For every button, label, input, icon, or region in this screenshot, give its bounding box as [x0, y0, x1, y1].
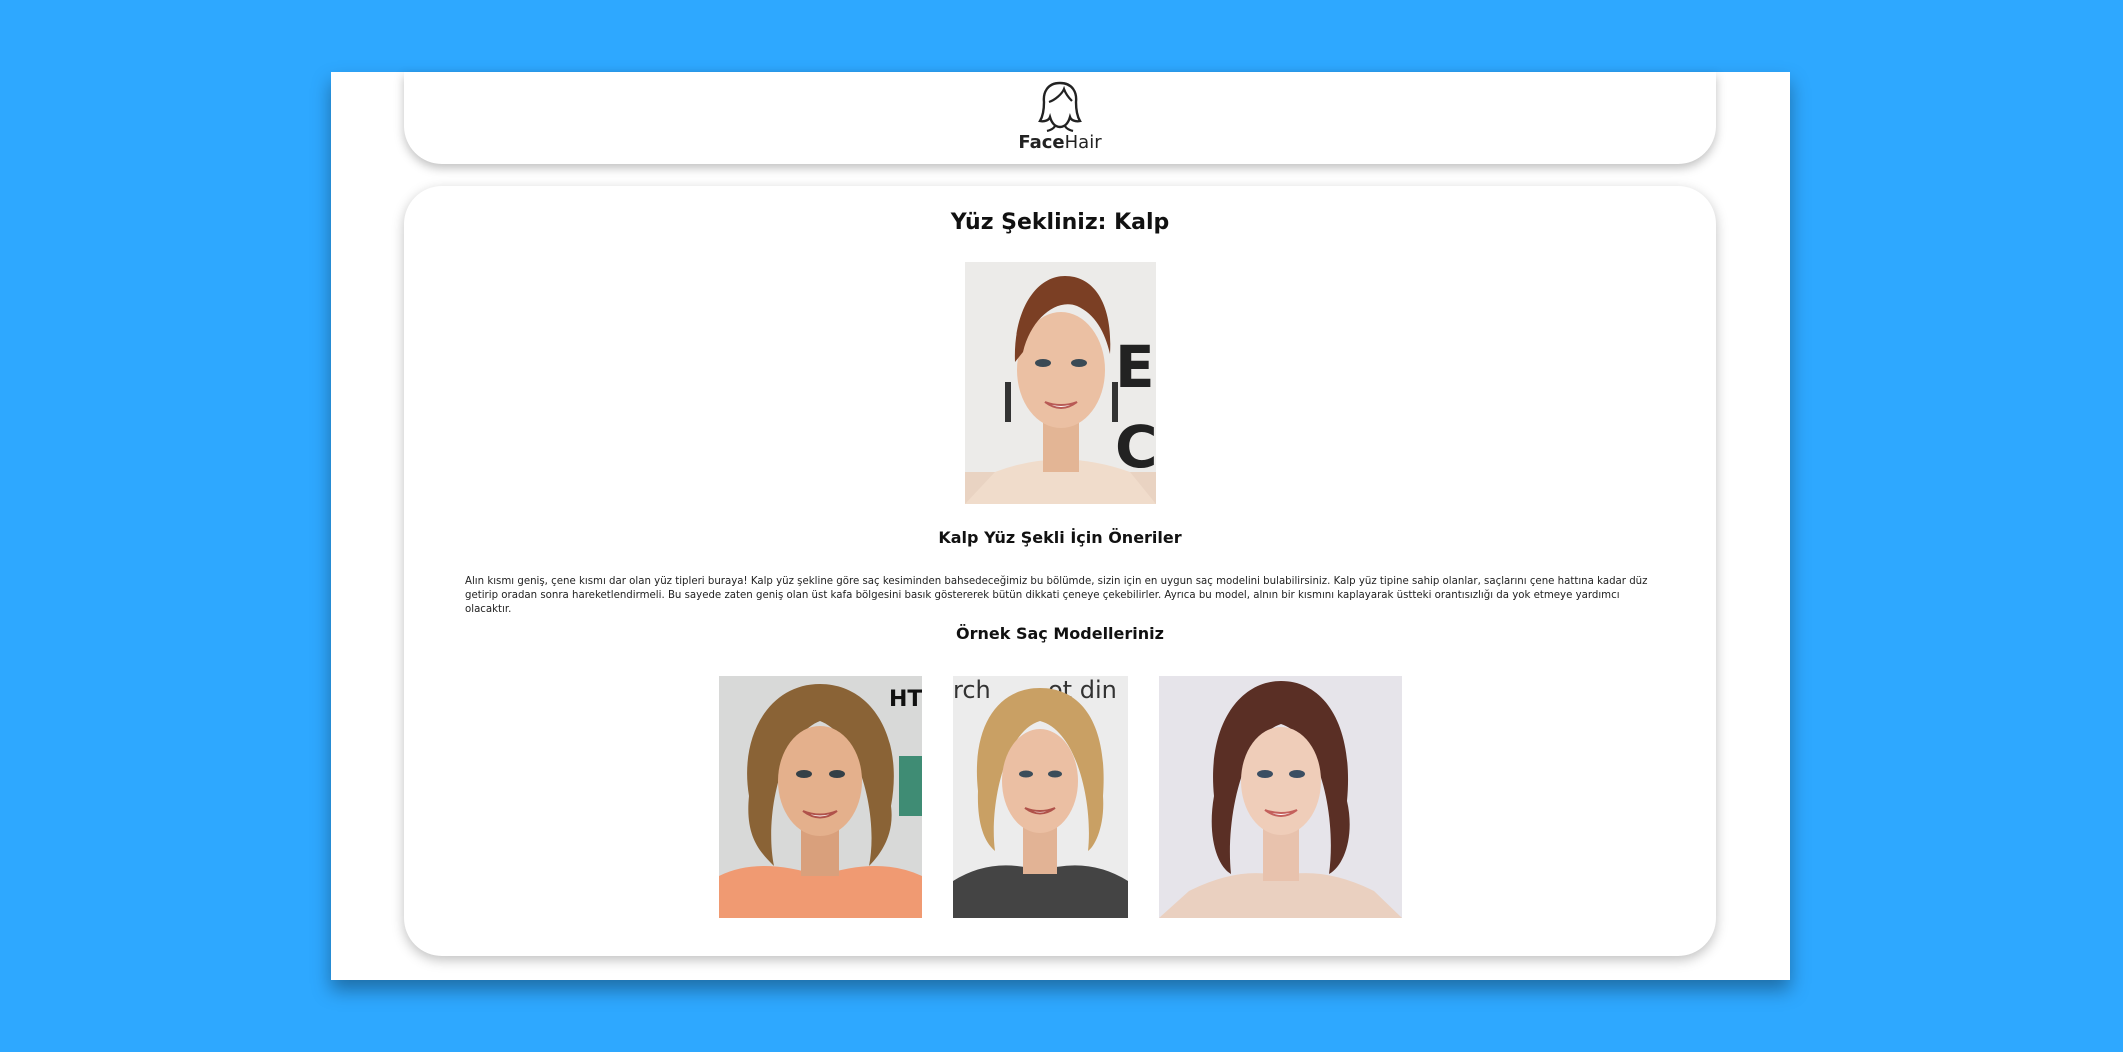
models-heading: Örnek Saç Modelleriniz [956, 624, 1164, 643]
hair-model-2: rch ot din [953, 676, 1128, 918]
page: FaceHair Yüz Şekliniz: Kalp EO CH Kalp [331, 72, 1790, 980]
svg-text:rch: rch [953, 676, 991, 704]
logo-text-face: Face [1018, 132, 1065, 153]
description-text: Alın kısmı geniş, çene kısmı dar olan yü… [465, 576, 1648, 615]
content-card: Yüz Şekliniz: Kalp EO CH Kalp Yüz Şekli … [404, 186, 1716, 956]
face-shape-photo: EO CH [965, 262, 1156, 504]
hair-model-1: HT [719, 676, 922, 918]
curly-bob-model-image: HT [719, 676, 922, 918]
svg-text:EO: EO [1115, 333, 1156, 401]
heart-face-portrait-image: EO CH [965, 262, 1156, 504]
logo-text-hair: Hair [1064, 132, 1102, 153]
blonde-lob-model-image: rch ot din [953, 676, 1128, 918]
header-bar: FaceHair [404, 72, 1716, 164]
hair-model-3 [1159, 676, 1402, 918]
page-title: Yüz Şekliniz: Kalp [950, 210, 1170, 235]
svg-text:HT: HT [889, 687, 922, 712]
recommendations-heading: Kalp Yüz Şekli İçin Öneriler [938, 528, 1182, 547]
brunette-lob-model-image [1159, 676, 1402, 918]
logo-text: FaceHair [1000, 132, 1120, 153]
woman-face-icon [1038, 81, 1082, 132]
logo[interactable]: FaceHair [1000, 80, 1120, 153]
